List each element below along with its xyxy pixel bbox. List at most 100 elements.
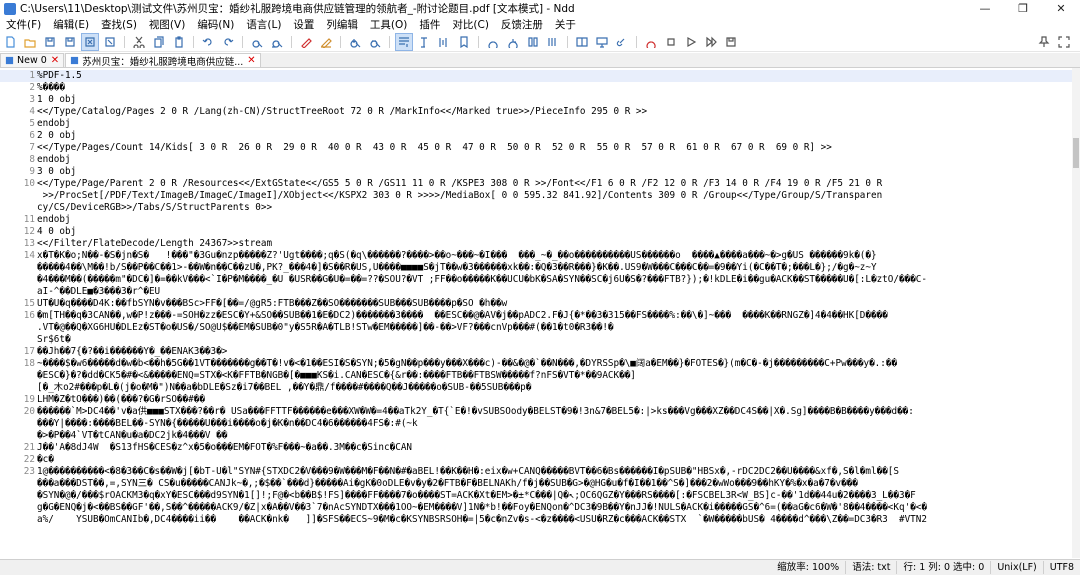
code-line[interactable]: ���a���DST��,=,SYN三� CS�u�����CANJk~�,;�… — [0, 478, 1072, 490]
code-line[interactable]: 31 0 obj — [0, 94, 1072, 106]
code-line[interactable]: 1 %PDF-1.5 — [0, 70, 1072, 82]
find-button[interactable] — [249, 34, 265, 50]
code-line[interactable]: �����4��\M��!b/S��P��C��1>-��W�n��C��zU�… — [0, 262, 1072, 274]
pin-button[interactable] — [1036, 34, 1052, 50]
column-edit-button[interactable] — [545, 34, 561, 50]
menu-item[interactable]: 文件(F) — [0, 17, 47, 32]
stop-macro-button[interactable] — [663, 34, 679, 50]
tab-close-icon[interactable]: ✕ — [247, 55, 255, 66]
code-line[interactable]: 11 endobj — [0, 214, 1072, 226]
zoom-in-button[interactable] — [347, 34, 363, 50]
copy-button[interactable] — [151, 34, 167, 50]
code-line[interactable]: 15 UT�U�q����D4K:��fbSYN�v���BSc>FF�[��=/… — [0, 298, 1072, 310]
minimize-button[interactable]: — — [966, 0, 1004, 17]
menu-item[interactable]: 编辑(E) — [47, 17, 95, 32]
menu-item[interactable]: 视图(V) — [143, 17, 191, 32]
menu-item[interactable]: 反馈注册 — [495, 17, 549, 32]
code-line[interactable]: cy/CS/DeviceRGB>>/Tabs/S/StructParents 0… — [0, 202, 1072, 214]
code-line[interactable]: �SYN�@�/���$rOACKM3�q�xY�ESC���d9SYN�1[]… — [0, 490, 1072, 502]
language-status[interactable]: 语法: txt — [845, 561, 896, 574]
replace-button[interactable] — [269, 34, 285, 50]
code-line[interactable]: 22 �c� — [0, 454, 1072, 466]
tab-close-icon[interactable]: ✕ — [51, 55, 59, 66]
split-view-button[interactable] — [574, 34, 590, 50]
save-macro-button[interactable] — [723, 34, 739, 50]
indent-guide-button[interactable] — [436, 34, 452, 50]
menu-item[interactable]: 工具(O) — [364, 17, 413, 32]
code-line[interactable]: 5 endobj — [0, 118, 1072, 130]
monitor-button[interactable] — [594, 34, 610, 50]
menu-item[interactable]: 对比(C) — [446, 17, 495, 32]
maximize-button[interactable]: ❐ — [1004, 0, 1042, 17]
code-line[interactable]: 14 x�T�K�o;N��-�S�jn�S� !���"�3Gu�nzp����… — [0, 250, 1072, 262]
compare-button[interactable] — [525, 34, 541, 50]
clear-mark-button[interactable] — [318, 34, 334, 50]
menu-item[interactable]: 编码(N) — [191, 17, 240, 32]
run-macro-button[interactable] — [703, 34, 719, 50]
code-line[interactable]: 8 endobj — [0, 154, 1072, 166]
code-line[interactable]: >>/ProcSet[/PDF/Text/ImageB/ImageC/Image… — [0, 190, 1072, 202]
code-line[interactable]: [�_木o2#���p�L�(j�o�M�")N��a�bDLE�Sz�i7��… — [0, 382, 1072, 394]
tab-file[interactable]: 苏州贝宝：婚纱礼服跨境电商供应链... ✕ — [65, 53, 261, 68]
sync-button[interactable] — [505, 34, 521, 50]
code-line[interactable]: 16 �m[TH��q�3CAN��,w�P!z���-=SOH�zz�ESC�Y… — [0, 310, 1072, 322]
line-ending-status[interactable]: Unix(LF) — [990, 561, 1042, 574]
code-line[interactable]: 18 ~����$�w6�����d�w�b<��h�5G��1VT�������… — [0, 358, 1072, 370]
code-line[interactable]: 17 ��Jh��7{�?��i������Y�_��ENAK3��3�> — [0, 346, 1072, 358]
code-line[interactable]: Sr$6t� — [0, 334, 1072, 346]
link-button[interactable] — [614, 34, 630, 50]
play-macro-button[interactable] — [683, 34, 699, 50]
code-line[interactable]: a%/ YSUB�OmCANIb�,DC4����ii�� ��ACK�nk� … — [0, 514, 1072, 526]
new-file-button[interactable] — [2, 34, 18, 50]
scrollbar-thumb[interactable] — [1073, 138, 1079, 168]
code-line[interactable]: �>�P��4`VT�tCAN�u�a�DC2jk�4���V �� — [0, 430, 1072, 442]
code-line[interactable]: 2 %���� — [0, 82, 1072, 94]
code-line[interactable]: 12 4 0 obj — [0, 226, 1072, 238]
vertical-scrollbar[interactable] — [1072, 68, 1080, 558]
menu-item[interactable]: 语言(L) — [240, 17, 287, 32]
record-macro-button[interactable] — [643, 34, 659, 50]
close-button[interactable]: ✕ — [1042, 0, 1080, 17]
menu-item[interactable]: 列编辑 — [320, 17, 364, 32]
code-line[interactable]: .VT�@��Q�XG6HU�DLEz�ST�o�US�/SO@U$��EM�S… — [0, 322, 1072, 334]
show-symbols-button[interactable] — [416, 34, 432, 50]
code-line[interactable]: 10 <</Type/Page/Parent 2 0 R /Resources<<… — [0, 178, 1072, 190]
bookmark-button[interactable] — [456, 34, 472, 50]
code-line[interactable]: 20 ������`M>DC4��'v�a供■■■STX���?��r� USa�… — [0, 406, 1072, 418]
code-line[interactable]: 21 J��'A�8dJ4W �S13fHS�CES�z^x�5�o���EM�F… — [0, 442, 1072, 454]
menu-item[interactable]: 插件 — [413, 17, 446, 32]
line-text: 2 0 obj — [37, 130, 77, 141]
code-line[interactable]: 19 LHM�Z�tO���)��(���?�G�rSO��#�� — [0, 394, 1072, 406]
code-line[interactable]: 7 <</Type/Pages/Count 14/Kids[ 3 0 R 26 0… — [0, 142, 1072, 154]
menu-item[interactable]: 设置 — [287, 17, 320, 32]
menu-item[interactable]: 关于 — [549, 17, 582, 32]
zoom-out-button[interactable] — [367, 34, 383, 50]
code-line[interactable]: 93 0 obj — [0, 166, 1072, 178]
expand-button[interactable] — [1056, 34, 1072, 50]
mark-button[interactable] — [298, 34, 314, 50]
code-line[interactable]: 13 <</Filter/FlateDecode/Length 24367>>st… — [0, 238, 1072, 250]
text-editor[interactable]: 1 %PDF-1.5 2 %���� 3 1 0 obj 4 <</Type/Catalog/… — [0, 68, 1072, 558]
code-line[interactable]: g�G�ENQ�j�<��BS��GF'��,S��^�����ACK9/�Z|… — [0, 502, 1072, 514]
save-all-button[interactable] — [62, 34, 78, 50]
paste-button[interactable] — [171, 34, 187, 50]
code-line[interactable]: aI-^��DLE■�3���3�r^�EU — [0, 286, 1072, 298]
code-line[interactable]: �ESC�}�?�dd�CK5�#�<&�����ENQ=STX�<K�FFTB… — [0, 370, 1072, 382]
undo-button[interactable] — [200, 34, 216, 50]
close-file-button[interactable] — [81, 33, 99, 51]
redo-button[interactable] — [220, 34, 236, 50]
menu-item[interactable]: 查找(S) — [95, 17, 143, 32]
encoding-status[interactable]: UTF8 — [1042, 561, 1080, 574]
open-file-button[interactable] — [22, 34, 38, 50]
word-wrap-button[interactable] — [395, 33, 413, 51]
encoding-button[interactable] — [485, 34, 501, 50]
code-line[interactable]: 4 <</Type/Catalog/Pages 2 0 R /Lang(zh-CN… — [0, 106, 1072, 118]
tab-file[interactable]: New 0 ✕ — [0, 53, 65, 67]
code-line[interactable]: ���Y|����:����BEL��-SYN�{�����U���i����o… — [0, 418, 1072, 430]
save-button[interactable] — [42, 34, 58, 50]
code-line[interactable]: �4���M��(�����m"�DC�]�=��kV���<`I�P�M���… — [0, 274, 1072, 286]
code-line[interactable]: 62 0 obj — [0, 130, 1072, 142]
close-all-button[interactable] — [102, 34, 118, 50]
cut-button[interactable] — [131, 34, 147, 50]
code-line[interactable]: 23 1@����������<�8�3��C�s��W�j[�bT-U�l"SY… — [0, 466, 1072, 478]
